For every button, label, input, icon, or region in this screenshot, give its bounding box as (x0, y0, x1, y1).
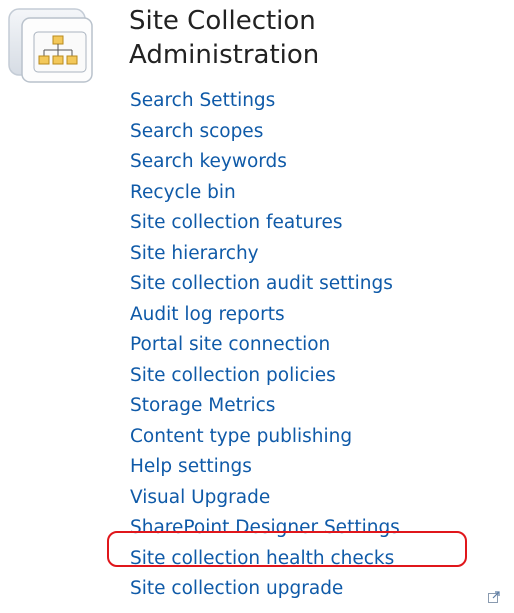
link-site-hierarchy[interactable]: Site hierarchy (130, 243, 259, 264)
list-item: Search keywords (130, 147, 400, 178)
link-site-collection-features[interactable]: Site collection features (130, 212, 342, 233)
site-hierarchy-icon (8, 8, 93, 83)
admin-links-list: Search Settings Search scopes Search key… (130, 86, 400, 605)
section-title-line2: Administration (129, 40, 320, 70)
link-audit-log-reports[interactable]: Audit log reports (130, 304, 285, 325)
list-item: Site collection audit settings (130, 269, 400, 300)
link-site-collection-policies[interactable]: Site collection policies (130, 365, 336, 386)
list-item: SharePoint Designer Settings (130, 513, 400, 544)
section-title: Site Collection Administration (129, 4, 489, 72)
list-item: Search scopes (130, 117, 400, 148)
link-visual-upgrade[interactable]: Visual Upgrade (130, 487, 270, 508)
link-search-keywords[interactable]: Search keywords (130, 151, 287, 172)
list-item: Site hierarchy (130, 239, 400, 270)
list-item: Storage Metrics (130, 391, 400, 422)
link-site-collection-health-checks[interactable]: Site collection health checks (130, 548, 394, 569)
list-item: Content type publishing (130, 422, 400, 453)
list-item: Site collection health checks (130, 544, 400, 575)
link-site-collection-upgrade[interactable]: Site collection upgrade (130, 578, 343, 599)
link-site-collection-audit-settings[interactable]: Site collection audit settings (130, 273, 393, 294)
list-item: Site collection policies (130, 361, 400, 392)
external-link-icon-glyph (488, 591, 500, 603)
link-storage-metrics[interactable]: Storage Metrics (130, 395, 275, 416)
link-sharepoint-designer-settings[interactable]: SharePoint Designer Settings (130, 517, 400, 538)
list-item: Portal site connection (130, 330, 400, 361)
link-content-type-publishing[interactable]: Content type publishing (130, 426, 352, 447)
list-item: Site collection upgrade (130, 574, 400, 605)
link-recycle-bin[interactable]: Recycle bin (130, 182, 236, 203)
link-search-settings[interactable]: Search Settings (130, 90, 275, 111)
section-icon (8, 8, 98, 84)
list-item: Recycle bin (130, 178, 400, 209)
external-link-icon[interactable] (488, 588, 500, 603)
link-portal-site-connection[interactable]: Portal site connection (130, 334, 330, 355)
section-title-line1: Site Collection (129, 6, 316, 36)
list-item: Site collection features (130, 208, 400, 239)
link-help-settings[interactable]: Help settings (130, 456, 252, 477)
list-item: Search Settings (130, 86, 400, 117)
list-item: Audit log reports (130, 300, 400, 331)
link-search-scopes[interactable]: Search scopes (130, 121, 263, 142)
list-item: Help settings (130, 452, 400, 483)
list-item: Visual Upgrade (130, 483, 400, 514)
